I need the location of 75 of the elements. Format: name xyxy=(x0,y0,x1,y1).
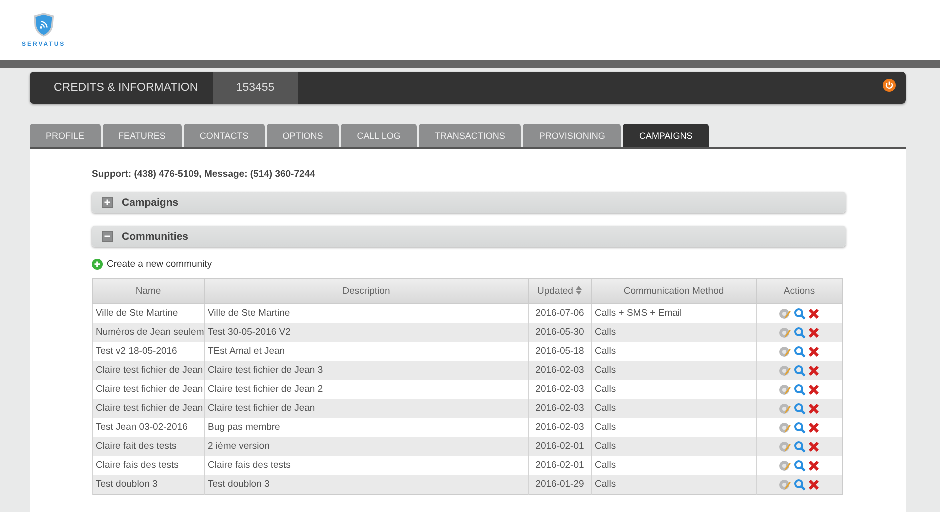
search-icon[interactable] xyxy=(794,460,806,472)
search-icon[interactable] xyxy=(794,440,806,452)
table-cell: Claire test fichier de Jean xyxy=(92,399,204,418)
edit-icon[interactable] xyxy=(778,364,791,376)
power-icon[interactable] xyxy=(883,78,896,92)
table-cell: 2016-02-03 xyxy=(528,361,592,380)
table-cell: Claire test fichier de Jean xyxy=(204,399,528,418)
table-cell: Claire fait des tests xyxy=(92,437,204,456)
table-cell: Test 30-05-2016 V2 xyxy=(204,323,528,342)
delete-icon[interactable] xyxy=(808,402,820,414)
section-title: Campaigns xyxy=(122,196,179,208)
column-header: Actions xyxy=(756,278,842,304)
tab[interactable]: CONTACTS xyxy=(184,124,265,147)
table-cell: 2016-02-01 xyxy=(528,437,592,456)
table-cell: Calls xyxy=(592,323,756,342)
account-number: 153455 xyxy=(213,72,298,104)
page-title: CREDITS & INFORMATION xyxy=(53,82,200,94)
edit-icon[interactable] xyxy=(778,326,791,338)
table-cell: Numéros de Jean seulem xyxy=(92,323,204,342)
edit-icon[interactable] xyxy=(778,460,791,472)
delete-icon[interactable] xyxy=(808,460,820,472)
add-icon xyxy=(92,259,103,270)
tab[interactable]: PROVISIONING xyxy=(523,124,622,147)
table-cell: 2016-01-29 xyxy=(528,475,592,494)
delete-icon[interactable] xyxy=(808,384,820,396)
delete-icon[interactable] xyxy=(808,308,820,320)
table-cell: Claire test fichier de Jean xyxy=(92,361,204,380)
delete-icon[interactable] xyxy=(808,440,820,452)
table-cell: Test doublon 3 xyxy=(92,475,204,494)
section-header[interactable]: Communities xyxy=(92,226,846,247)
column-header[interactable]: Updated xyxy=(528,278,592,304)
search-icon[interactable] xyxy=(794,364,806,376)
column-header: Communication Method xyxy=(592,278,756,304)
delete-icon[interactable] xyxy=(808,422,820,434)
create-community-link[interactable]: Create a new community xyxy=(107,259,212,270)
section-header[interactable]: Campaigns xyxy=(92,192,846,213)
table-cell: 2 ième version xyxy=(204,437,528,456)
delete-icon[interactable] xyxy=(808,346,820,358)
tab[interactable]: TRANSACTIONS xyxy=(418,124,522,147)
tab[interactable]: FEATURES xyxy=(102,124,182,147)
search-icon[interactable] xyxy=(794,384,806,396)
search-icon[interactable] xyxy=(794,478,806,490)
search-icon[interactable] xyxy=(794,346,806,358)
search-icon[interactable] xyxy=(794,308,806,320)
column-header: Description xyxy=(204,278,528,304)
tab[interactable]: OPTIONS xyxy=(266,124,340,147)
table-cell: Test doublon 3 xyxy=(204,475,528,494)
edit-icon[interactable] xyxy=(778,478,791,490)
sort-icon[interactable] xyxy=(576,286,582,294)
delete-icon[interactable] xyxy=(808,478,820,490)
delete-icon[interactable] xyxy=(808,326,820,338)
delete-icon[interactable] xyxy=(808,364,820,376)
table-cell: Calls xyxy=(592,399,756,418)
table-cell: Calls xyxy=(592,361,756,380)
search-icon[interactable] xyxy=(794,402,806,414)
tab[interactable]: PROFILE xyxy=(30,124,101,147)
search-icon[interactable] xyxy=(794,422,806,434)
table-cell: Calls xyxy=(592,475,756,494)
table-cell: Claire test fichier de Jean 3 xyxy=(204,361,528,380)
edit-icon[interactable] xyxy=(778,384,791,396)
table-cell: 2016-02-03 xyxy=(528,399,592,418)
section-title: Communities xyxy=(122,230,189,242)
table-cell: 2016-05-30 xyxy=(528,323,592,342)
table-cell: Calls xyxy=(592,437,756,456)
support-text: Support: (438) 476-5109, Message: (514) 360-7244 xyxy=(92,169,316,180)
edit-icon[interactable] xyxy=(778,308,791,320)
tab[interactable]: CAMPAIGNS xyxy=(623,124,709,147)
shield-logo-icon xyxy=(32,12,55,38)
column-header: Name xyxy=(92,278,204,304)
tab[interactable]: CALL LOG xyxy=(341,124,417,147)
edit-icon[interactable] xyxy=(778,422,791,434)
edit-icon[interactable] xyxy=(778,402,791,414)
search-icon[interactable] xyxy=(794,326,806,338)
edit-icon[interactable] xyxy=(778,440,791,452)
edit-icon[interactable] xyxy=(778,346,791,358)
